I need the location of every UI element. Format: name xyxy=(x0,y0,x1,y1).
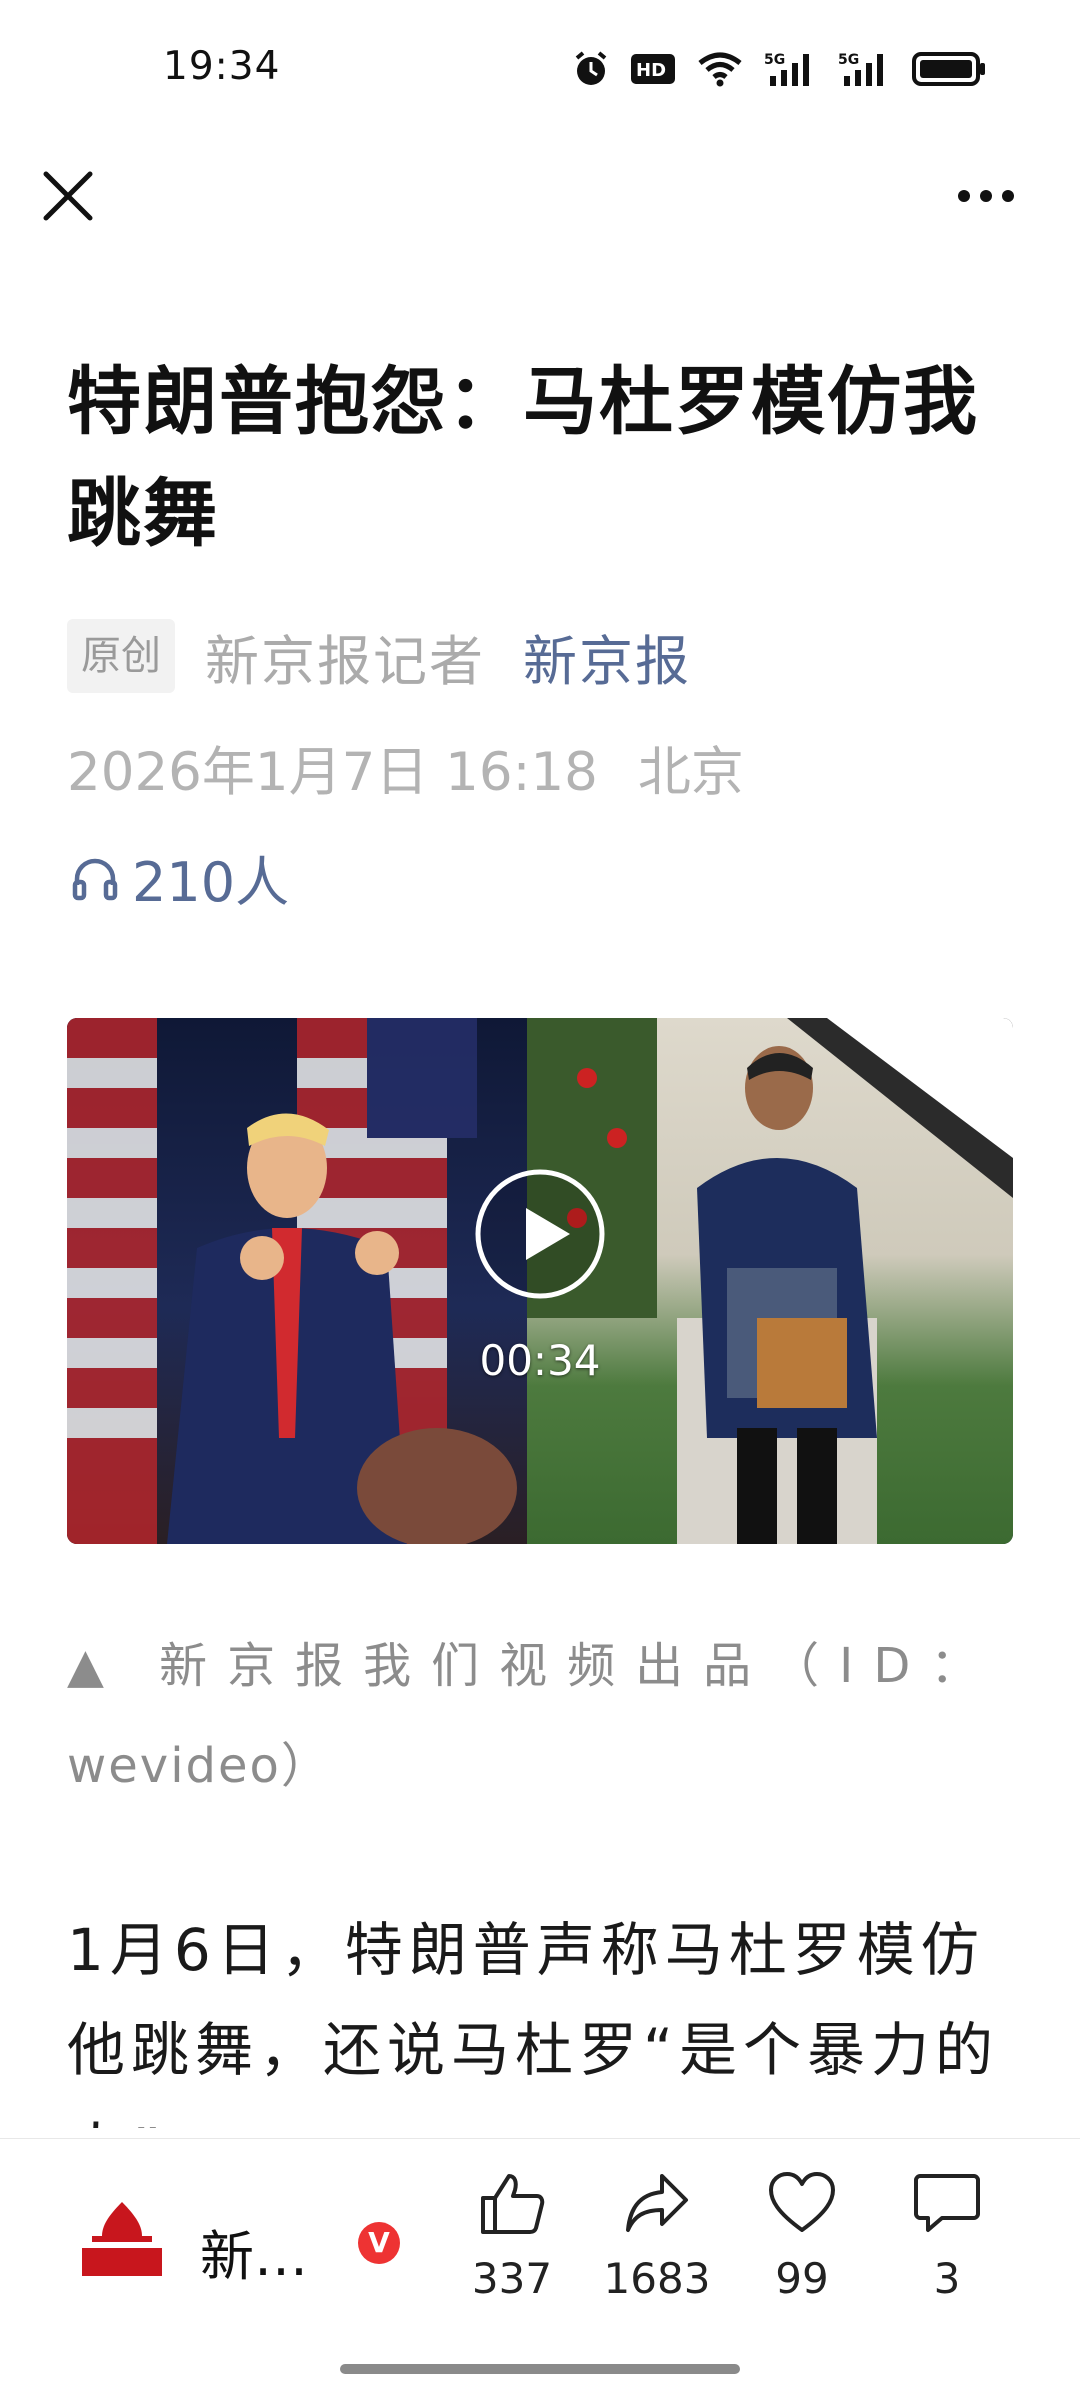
article-body: 1月6日，特朗普声称马杜罗模仿他跳舞，还说马杜罗“是个暴力的人” xyxy=(67,1916,1000,2128)
battery-icon xyxy=(912,52,985,86)
more-options-button[interactable] xyxy=(954,176,1018,216)
video-duration: 00:34 xyxy=(479,1336,601,1385)
play-icon xyxy=(475,1169,605,1299)
alarm-icon xyxy=(575,51,607,85)
svg-text:HD: HD xyxy=(636,60,666,81)
article-title: 特朗普抱怨：马杜罗模仿我跳舞 xyxy=(67,359,979,557)
svg-text:5G: 5G xyxy=(838,52,859,68)
xinjingbao-logo-icon xyxy=(82,2202,162,2276)
share-button[interactable]: 1683 xyxy=(582,2170,732,2303)
share-count: 1683 xyxy=(603,2254,711,2303)
home-indicator[interactable] xyxy=(340,2364,740,2374)
publish-location: 北京 xyxy=(637,742,744,803)
signal-5g-icon: 5G xyxy=(764,52,809,86)
article-date-location: 2026年1月7日 16:18 北京 xyxy=(67,730,744,806)
comment-icon xyxy=(914,2174,980,2232)
source-link[interactable]: 新京报 xyxy=(523,617,691,696)
close-icon xyxy=(43,171,93,221)
favorite-count: 99 xyxy=(775,2254,829,2303)
original-badge: 原创 xyxy=(67,619,175,693)
thumbs-up-icon xyxy=(481,2174,545,2234)
video-player[interactable]: 00:34 xyxy=(67,1018,1013,1544)
comment-button[interactable]: 3 xyxy=(872,2170,1022,2303)
reporter-label: 新京报记者 xyxy=(205,629,485,693)
status-icons: HD 5G 5G xyxy=(572,50,988,88)
hd-icon: HD xyxy=(631,54,675,84)
more-icon xyxy=(958,190,1014,202)
flag-backdrop-illustration xyxy=(67,1018,517,1544)
article-meta: 原创 新京报记者 新京报 xyxy=(67,618,691,694)
status-time: 19:34 xyxy=(163,44,281,89)
comment-count: 3 xyxy=(933,2254,961,2303)
close-button[interactable] xyxy=(38,166,98,226)
verified-badge: V xyxy=(358,2222,400,2264)
video-frame-left xyxy=(67,1018,527,1544)
video-caption: ▲ 新京报我们视频出品（ID： wevideo） xyxy=(67,1616,1017,1816)
listener-count: 210人 xyxy=(132,851,290,914)
play-button[interactable] xyxy=(474,1168,606,1300)
listen-button[interactable]: 210人 xyxy=(70,838,289,917)
account-logo[interactable] xyxy=(78,2196,166,2278)
account-name[interactable]: 新… xyxy=(200,2212,308,2291)
signal-5g-icon: 5G xyxy=(838,52,883,86)
caption-tail: wevideo） xyxy=(67,1738,331,1794)
svg-text:5G: 5G xyxy=(764,52,785,68)
caption-text: ▲ 新京报我们视频出品（ID： xyxy=(67,1638,999,1694)
favorite-button[interactable]: 99 xyxy=(727,2170,877,2303)
like-count: 337 xyxy=(471,2254,553,2303)
like-button[interactable]: 337 xyxy=(437,2170,587,2303)
heart-icon xyxy=(769,2172,835,2232)
wifi-icon xyxy=(698,52,742,87)
headphones-icon xyxy=(72,858,118,900)
share-icon xyxy=(626,2174,688,2232)
publish-date: 2026年1月7日 16:18 xyxy=(67,742,598,803)
